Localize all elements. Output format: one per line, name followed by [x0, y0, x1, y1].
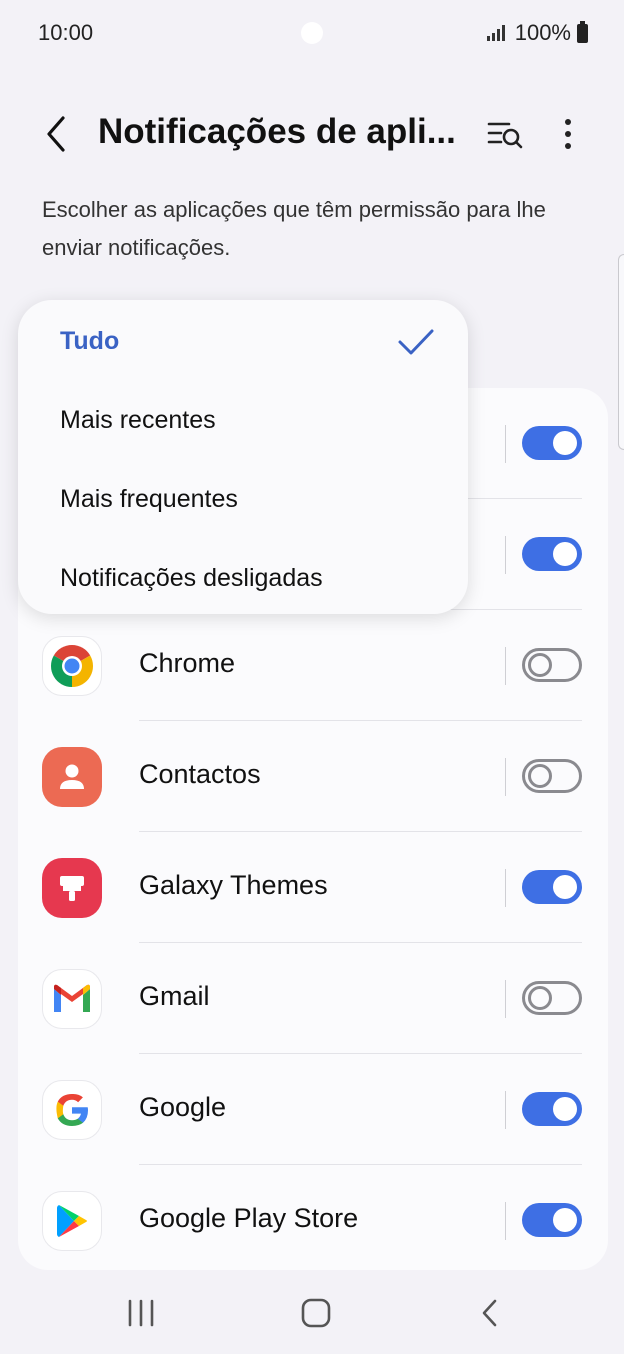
- scroll-handle[interactable]: [618, 254, 624, 450]
- notification-toggle[interactable]: [522, 426, 582, 460]
- app-name: Google: [139, 1092, 227, 1122]
- row-separator: [505, 980, 506, 1018]
- signal-icon: [486, 25, 505, 41]
- contacts-icon: [42, 747, 102, 807]
- google-icon: [42, 1080, 102, 1140]
- battery-text: 100%: [514, 20, 571, 45]
- app-row-contactos[interactable]: Contactos: [18, 721, 608, 832]
- chrome-icon: [42, 636, 102, 696]
- recent-apps-icon: [128, 1299, 154, 1327]
- battery-icon: [577, 20, 588, 43]
- status-indicators: 100%: [486, 20, 588, 46]
- more-vertical-icon: [565, 119, 571, 149]
- row-separator: [505, 1091, 506, 1129]
- recent-apps-button[interactable]: [111, 1288, 171, 1338]
- status-time: 10:00: [38, 20, 94, 45]
- row-separator: [505, 536, 506, 574]
- toggle-knob: [553, 431, 577, 455]
- app-row-google[interactable]: Google: [18, 1054, 608, 1165]
- filter-option-mais-frequentes[interactable]: Mais frequentes: [60, 485, 238, 514]
- app-name: Gmail: [139, 981, 210, 1011]
- camera-cutout: [301, 22, 323, 44]
- galaxy-themes-icon: [42, 858, 102, 918]
- page-description: Escolher as aplicações que têm permissão…: [42, 197, 546, 260]
- row-separator: [505, 869, 506, 907]
- back-button[interactable]: [36, 112, 76, 156]
- app-bar: Notificações de apli...: [0, 100, 624, 170]
- row-separator: [505, 758, 506, 796]
- more-options-button[interactable]: [548, 114, 588, 154]
- gmail-icon: [42, 969, 102, 1029]
- galaxy-themes-notification-toggle[interactable]: [522, 870, 582, 904]
- toggle-knob: [553, 1097, 577, 1121]
- app-name: Contactos: [139, 759, 261, 789]
- contacts-notification-toggle[interactable]: [522, 759, 582, 793]
- filter-option-tudo[interactable]: Tudo: [60, 327, 119, 356]
- chrome-notification-toggle[interactable]: [522, 648, 582, 682]
- filter-option-mais-recentes[interactable]: Mais recentes: [60, 406, 216, 435]
- notification-toggle[interactable]: [522, 537, 582, 571]
- page-title: Notificações de apli...: [98, 112, 456, 151]
- app-row-gmail[interactable]: Gmail: [18, 943, 608, 1054]
- toggle-knob: [553, 542, 577, 566]
- app-name: Galaxy Themes: [139, 870, 328, 900]
- row-separator: [505, 647, 506, 685]
- app-name: Chrome: [139, 648, 236, 678]
- list-search-icon: [487, 122, 523, 149]
- app-name: Google Play Store: [139, 1203, 359, 1233]
- filter-dropdown-menu: Tudo Mais recentes Mais frequentes Notif…: [18, 300, 468, 614]
- toggle-knob: [528, 986, 552, 1010]
- google-notification-toggle[interactable]: [522, 1092, 582, 1126]
- row-separator: [505, 1202, 506, 1240]
- gmail-notification-toggle[interactable]: [522, 981, 582, 1015]
- home-button[interactable]: [286, 1288, 346, 1338]
- toggle-knob: [553, 1208, 577, 1232]
- app-row-google-play-store[interactable]: Google Play Store: [18, 1165, 608, 1276]
- row-separator: [505, 425, 506, 463]
- app-row-galaxy-themes[interactable]: Galaxy Themes: [18, 832, 608, 943]
- search-button[interactable]: [484, 114, 528, 154]
- app-row-chrome[interactable]: Chrome: [18, 610, 608, 721]
- back-icon: [482, 1299, 497, 1327]
- status-bar: 10:00 100%: [0, 0, 624, 64]
- play-store-notification-toggle[interactable]: [522, 1203, 582, 1237]
- nav-back-button[interactable]: [460, 1288, 520, 1338]
- navigation-bar: [0, 1274, 624, 1354]
- check-icon: [398, 329, 434, 355]
- back-chevron-icon: [47, 116, 65, 152]
- toggle-knob: [553, 875, 577, 899]
- filter-option-notificacoes-desligadas[interactable]: Notificações desligadas: [60, 564, 323, 593]
- toggle-knob: [528, 764, 552, 788]
- play-store-icon: [42, 1191, 102, 1251]
- toggle-knob: [528, 653, 552, 677]
- home-icon: [301, 1298, 331, 1328]
